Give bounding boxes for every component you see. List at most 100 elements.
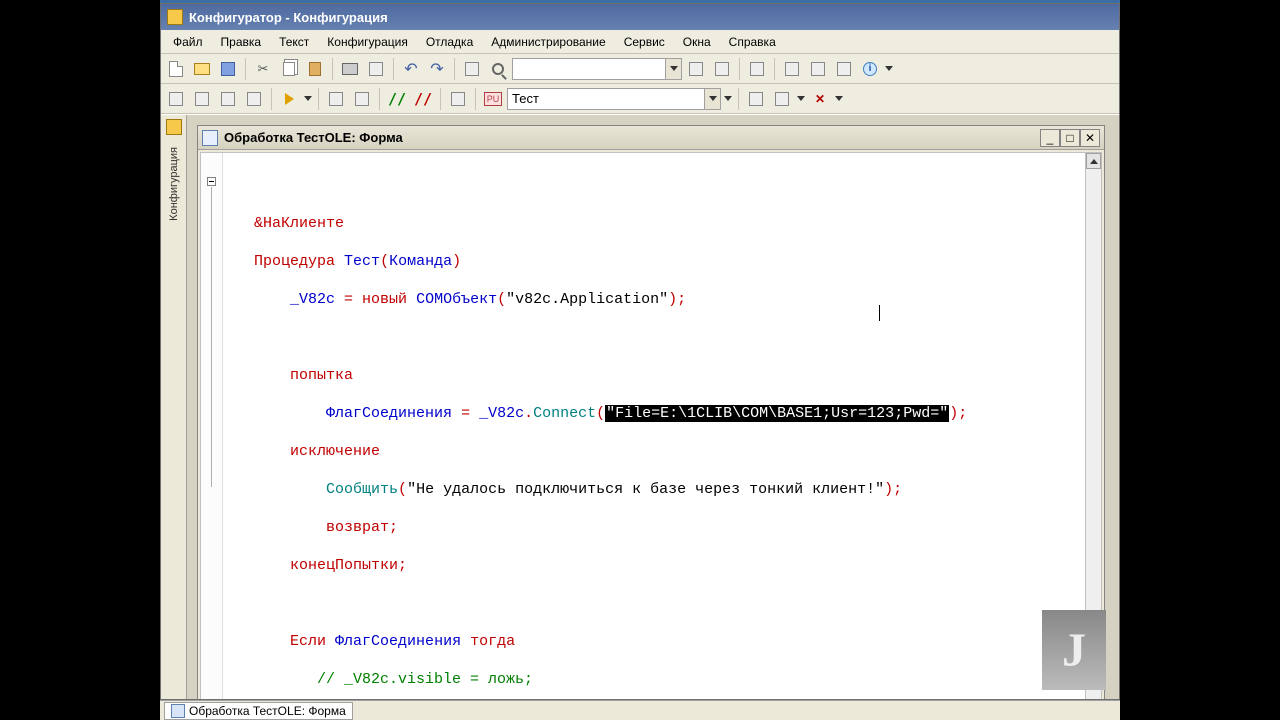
- zoom-button[interactable]: [486, 57, 510, 81]
- gutter[interactable]: [201, 153, 223, 699]
- undo-button[interactable]: ↶: [399, 57, 423, 81]
- preview-icon: [369, 62, 383, 76]
- copy-icon: [283, 62, 295, 76]
- window-title: Конфигуратор - Конфигурация: [189, 10, 388, 25]
- menu-help[interactable]: Справка: [721, 33, 784, 51]
- taskbar[interactable]: Обработка ТестOLE: Форма: [160, 700, 1120, 720]
- chevron-down-icon: [304, 96, 312, 101]
- copy-button[interactable]: [277, 57, 301, 81]
- code-line: ФлагСоединения = _V82c.Connect("File=E:\…: [227, 404, 1083, 423]
- bookmark-icon: [169, 92, 183, 106]
- taskbar-item-icon: [171, 704, 185, 718]
- syntax-assist-button[interactable]: [780, 57, 804, 81]
- find-button[interactable]: [460, 57, 484, 81]
- zoom-icon: [492, 63, 504, 75]
- sidebar: Конфигурация: [161, 115, 187, 699]
- code-area[interactable]: &НаКлиенте Процедура Тест(Команда) _V82c…: [223, 153, 1085, 699]
- toolbar-debug: // // PU Тест ✕: [161, 84, 1119, 114]
- menu-service[interactable]: Сервис: [616, 33, 673, 51]
- taskbar-item[interactable]: Обработка ТестOLE: Форма: [164, 702, 353, 720]
- document-titlebar[interactable]: Обработка ТестOLE: Форма _ □ ✕: [198, 126, 1104, 150]
- search-prev-button[interactable]: [684, 57, 708, 81]
- minimize-button[interactable]: _: [1040, 129, 1060, 147]
- procedure-dropdown-button[interactable]: [704, 89, 720, 109]
- properties-button[interactable]: [770, 87, 794, 111]
- toolbar-main: ✂ ↶ ↷ i: [161, 54, 1119, 84]
- code-line: Процедура Тест(Команда): [227, 252, 1083, 271]
- new-icon: [169, 61, 183, 77]
- step-into-button[interactable]: [324, 87, 348, 111]
- info-button[interactable]: i: [858, 57, 882, 81]
- close-button[interactable]: ✕: [1080, 129, 1100, 147]
- copy-special-icon: [750, 62, 764, 76]
- selected-text: "File=E:\1CLIB\COM\BASE1;Usr=123;Pwd=": [605, 405, 949, 422]
- code-editor[interactable]: &НаКлиенте Процедура Тест(Команда) _V82c…: [200, 152, 1102, 699]
- search-dropdown-button[interactable]: [665, 59, 681, 79]
- procedure-value[interactable]: Тест: [508, 91, 704, 106]
- breakpoint-button[interactable]: [190, 87, 214, 111]
- chevron-down-icon: [835, 96, 843, 101]
- table-button[interactable]: [216, 87, 240, 111]
- table-icon: [221, 92, 235, 106]
- paste-button[interactable]: [303, 57, 327, 81]
- play-icon: [285, 93, 294, 105]
- menu-text[interactable]: Текст: [271, 33, 317, 51]
- save-button[interactable]: [216, 57, 240, 81]
- document-icon: [202, 130, 218, 146]
- calendar-button[interactable]: [832, 57, 856, 81]
- print-icon: [342, 63, 358, 75]
- search-next-button[interactable]: [710, 57, 734, 81]
- search-prev-icon: [689, 62, 703, 76]
- app-icon: [167, 9, 183, 25]
- code-line: Если ФлагСоединения тогда: [227, 632, 1083, 651]
- run-button[interactable]: [277, 87, 301, 111]
- goto-button[interactable]: [446, 87, 470, 111]
- bookmark-button[interactable]: [164, 87, 188, 111]
- proc-extra-dropdown[interactable]: [723, 89, 733, 109]
- menu-windows[interactable]: Окна: [675, 33, 719, 51]
- sidebar-config-icon[interactable]: [166, 119, 182, 135]
- step-over-button[interactable]: [350, 87, 374, 111]
- chevron-down-icon: [885, 66, 893, 71]
- calendar-icon: [837, 62, 851, 76]
- cut-button[interactable]: ✂: [251, 57, 275, 81]
- paste-icon: [309, 62, 321, 76]
- run-dropdown[interactable]: [303, 89, 313, 109]
- menu-debug[interactable]: Отладка: [418, 33, 481, 51]
- syntax-icon: [785, 62, 799, 76]
- step-into-icon: [329, 92, 343, 106]
- print-button[interactable]: [338, 57, 362, 81]
- code-line: конецПопытки;: [227, 556, 1083, 575]
- maximize-button[interactable]: □: [1060, 129, 1080, 147]
- save-icon: [221, 62, 235, 76]
- syntax-help-button[interactable]: [806, 57, 830, 81]
- properties-dropdown[interactable]: [796, 89, 806, 109]
- menu-admin[interactable]: Администрирование: [483, 33, 613, 51]
- code-line: // _V82c.visible = ложь;: [227, 670, 1083, 689]
- info-dropdown[interactable]: [884, 59, 894, 79]
- open-button[interactable]: [190, 57, 214, 81]
- new-button[interactable]: [164, 57, 188, 81]
- uncomment-button[interactable]: //: [411, 87, 435, 111]
- print-preview-button[interactable]: [364, 57, 388, 81]
- delete-button[interactable]: ✕: [808, 87, 832, 111]
- add-file-button[interactable]: [744, 87, 768, 111]
- titlebar[interactable]: Конфигуратор - Конфигурация: [161, 4, 1119, 30]
- menu-config[interactable]: Конфигурация: [319, 33, 416, 51]
- copy-special-button[interactable]: [745, 57, 769, 81]
- search-next-icon: [715, 62, 729, 76]
- redo-button[interactable]: ↷: [425, 57, 449, 81]
- sidebar-config-label[interactable]: Конфигурация: [168, 147, 180, 221]
- delete-icon: ✕: [815, 92, 825, 106]
- delete-dropdown[interactable]: [834, 89, 844, 109]
- menu-file[interactable]: Файл: [165, 33, 211, 51]
- search-combo[interactable]: [512, 58, 682, 80]
- menu-edit[interactable]: Правка: [213, 33, 270, 51]
- proc-icon-button[interactable]: PU: [481, 87, 505, 111]
- fold-minus-icon[interactable]: [207, 177, 216, 186]
- procedure-combo[interactable]: Тест: [507, 88, 721, 110]
- scroll-up-button[interactable]: [1086, 153, 1101, 169]
- config-button[interactable]: [242, 87, 266, 111]
- comment-button[interactable]: //: [385, 87, 409, 111]
- watermark: J: [1042, 610, 1106, 690]
